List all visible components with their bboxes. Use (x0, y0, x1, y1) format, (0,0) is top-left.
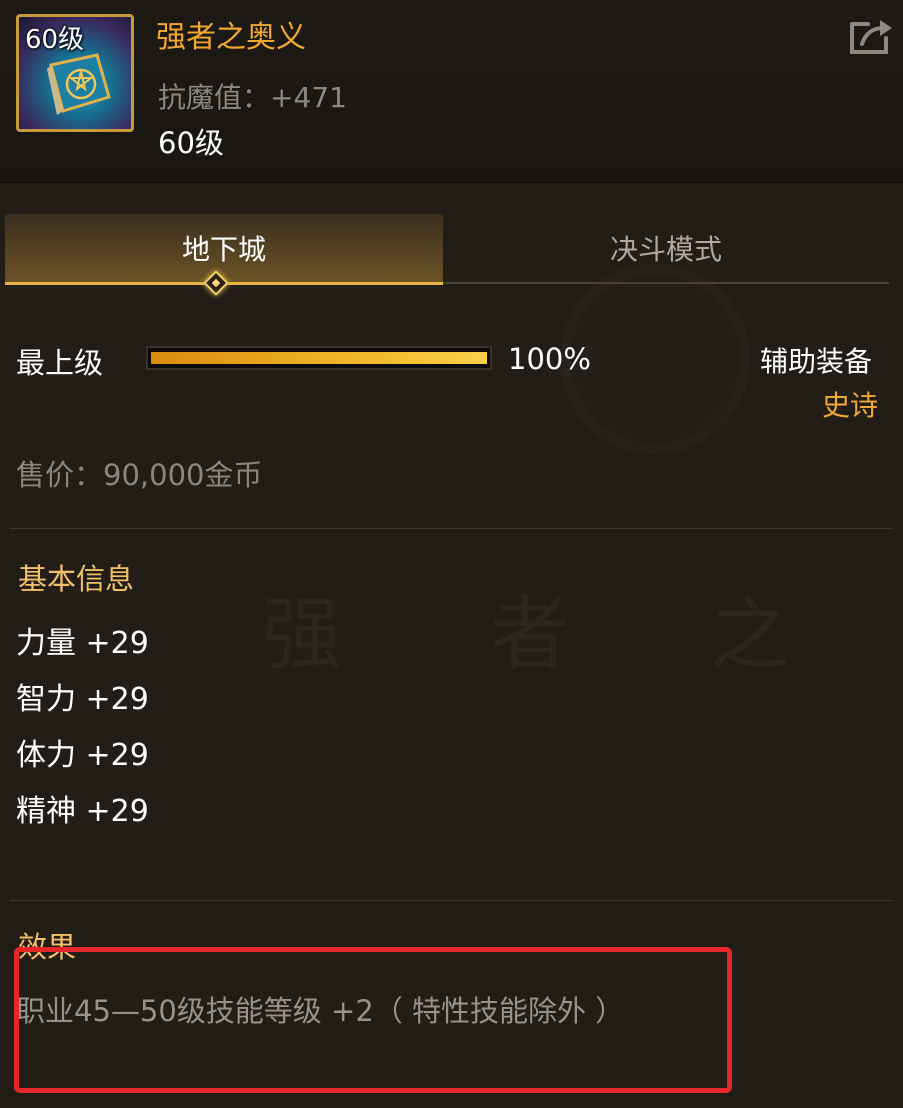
tab-pvp[interactable]: 决斗模式 (443, 214, 889, 284)
mode-tabs: 地下城 决斗模式 (5, 214, 889, 285)
item-name: 强者之奥义 (156, 20, 306, 55)
sell-price: 售价：90,000金币 (16, 458, 263, 492)
watermark-glyph: 者 (490, 588, 570, 681)
quality-progress-bar (146, 346, 492, 370)
equipment-type: 辅助装备 (760, 345, 873, 378)
highlight-annotation-box (14, 947, 732, 1093)
tab-dungeon[interactable]: 地下城 (5, 214, 443, 285)
divider (10, 528, 893, 529)
rarity-label: 史诗 (822, 389, 879, 422)
tab-pvp-label: 决斗模式 (609, 233, 722, 266)
item-magic-resist: 抗魔值：+471 (158, 81, 347, 114)
quality-label: 最上级 (16, 346, 104, 380)
spellbook-icon (47, 53, 111, 115)
quality-percent: 100% (508, 342, 591, 376)
stat-vitality: 体力 +29 (16, 738, 149, 773)
quality-progress-fill (151, 352, 487, 364)
divider (10, 900, 893, 901)
watermark-glyph: 强 (262, 588, 342, 681)
basic-info-title: 基本信息 (18, 562, 135, 596)
item-icon[interactable]: 60级 (16, 14, 134, 132)
share-icon[interactable] (846, 14, 894, 58)
stat-strength: 力量 +29 (16, 626, 149, 661)
icon-level-label: 60级 (25, 25, 85, 55)
item-header: 60级 强者之奥义 抗魔值：+471 60级 (0, 0, 903, 183)
stat-intelligence: 智力 +29 (16, 682, 149, 717)
stat-spirit: 精神 +29 (16, 794, 149, 829)
watermark-glyph: 之 (710, 588, 790, 681)
tab-dungeon-label: 地下城 (181, 233, 266, 266)
item-level: 60级 (158, 126, 224, 160)
